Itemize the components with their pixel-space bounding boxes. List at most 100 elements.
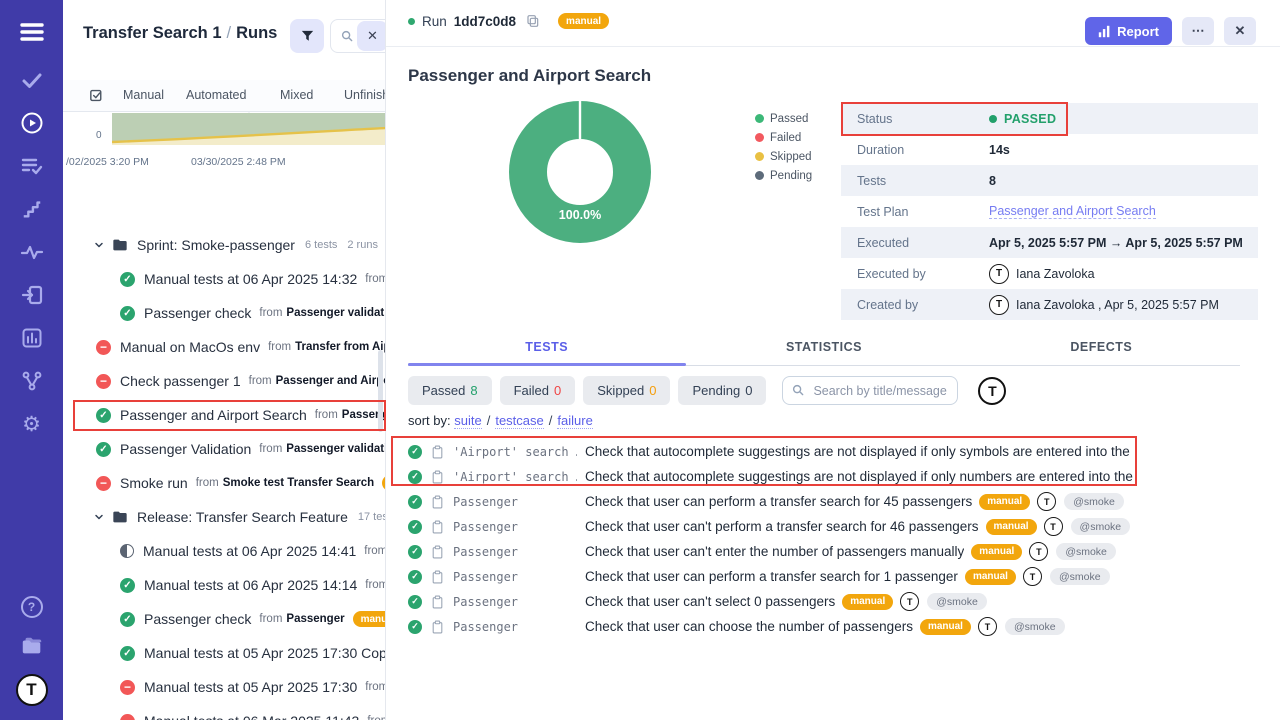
menu-icon[interactable] xyxy=(20,20,44,44)
avatar: T xyxy=(1037,492,1056,511)
failed-icon xyxy=(96,374,111,389)
branch-icon[interactable] xyxy=(20,369,44,393)
tab-unfinished[interactable]: Unfinished xyxy=(344,88,386,102)
test-row[interactable]: 'Airport' search … Check that autocomple… xyxy=(386,464,1280,489)
tree-run[interactable]: Manual tests at 06 Apr 2025 14:32 from P… xyxy=(63,262,386,296)
sort-by-testcase[interactable]: testcase xyxy=(495,413,543,429)
copy-run-id-button[interactable] xyxy=(523,13,543,29)
tab-tests[interactable]: TESTS xyxy=(408,340,685,365)
test-row[interactable]: Passenger Check that user can't perform … xyxy=(386,514,1280,539)
test-plan-link[interactable]: Passenger and Airport Search xyxy=(989,204,1156,219)
test-row[interactable]: Passenger Check that user can perform a … xyxy=(386,564,1280,589)
smoke-tag[interactable]: @smoke xyxy=(1071,518,1131,535)
test-title: Check that autocomplete suggestings are … xyxy=(585,469,1133,484)
assignee-filter-avatar[interactable]: T xyxy=(978,377,1006,405)
settings-gear-icon[interactable]: ⚙ xyxy=(20,412,44,436)
tree-folder-sprint[interactable]: Sprint: Smoke-passenger 6 tests 2 runs xyxy=(63,228,386,262)
detail-row-executed: Executed Apr 5, 2025 5:57 PM → Apr 5, 20… xyxy=(841,227,1258,258)
filter-failed-button[interactable]: Failed0 xyxy=(500,376,576,405)
tab-manual[interactable]: Manual xyxy=(123,88,164,102)
suite-name: 'Airport' search … xyxy=(453,470,577,484)
donut-percent-label: 100.0% xyxy=(559,208,601,222)
smoke-tag[interactable]: @smoke xyxy=(1005,618,1065,635)
smoke-tag[interactable]: @smoke xyxy=(1056,543,1116,560)
test-row[interactable]: 'Airport' search … Check that autocomple… xyxy=(386,439,1280,464)
tree-run-selected[interactable]: Passenger and Airport Search from Passen… xyxy=(63,398,386,432)
runs-panel: Transfer Search 1/Runs ✕ Manual Automate… xyxy=(63,0,386,720)
test-title: Check that user can't enter the number o… xyxy=(585,544,964,559)
clipboard-icon xyxy=(431,545,444,559)
filter-skipped-button[interactable]: Skipped0 xyxy=(583,376,670,405)
tree-run[interactable]: Manual tests at 06 Apr 2025 14:14 from P… xyxy=(63,568,386,602)
analytics-icon[interactable] xyxy=(20,326,44,350)
legend-skipped: Skipped xyxy=(755,147,812,166)
test-plans-icon[interactable] xyxy=(20,154,44,178)
more-button[interactable]: ⋯ xyxy=(1182,17,1214,45)
test-title: Check that user can perform a transfer s… xyxy=(585,569,958,584)
test-row[interactable]: Passenger Check that user can't enter th… xyxy=(386,539,1280,564)
tab-mixed[interactable]: Mixed xyxy=(280,88,313,102)
breadcrumb-project[interactable]: Transfer Search 1 xyxy=(83,24,222,42)
tests-search-input[interactable] xyxy=(782,376,958,405)
failed-icon xyxy=(96,476,111,491)
select-all-icon[interactable] xyxy=(88,87,105,109)
clipboard-icon xyxy=(431,445,444,459)
failed-icon xyxy=(120,680,135,695)
pulse-icon[interactable] xyxy=(20,240,44,264)
smoke-tag[interactable]: @smoke xyxy=(1050,568,1110,585)
tab-statistics[interactable]: STATISTICS xyxy=(685,340,962,365)
tree-run[interactable]: Passenger check from Passenger manual 6 xyxy=(63,602,386,636)
tree-run[interactable]: Manual tests at 05 Apr 2025 17:30 Copy f… xyxy=(63,636,386,670)
passed-icon xyxy=(408,445,422,459)
filter-button[interactable] xyxy=(290,19,324,53)
pending-dot xyxy=(755,171,764,180)
tree-run[interactable]: Manual tests at 06 Apr 2025 14:41 from T… xyxy=(63,534,386,568)
suite-name: Passenger xyxy=(453,570,577,584)
report-chart-icon xyxy=(1098,25,1111,38)
scrollbar-thumb[interactable] xyxy=(378,350,383,432)
sort-by-suite[interactable]: suite xyxy=(454,413,481,429)
chevron-down-icon xyxy=(93,511,105,523)
runs-icon[interactable] xyxy=(20,111,44,135)
tree-run[interactable]: Manual tests at 05 Apr 2025 17:30 from T… xyxy=(63,670,386,704)
tree-run[interactable]: Passenger Validation from Passenger vali… xyxy=(63,432,386,466)
manual-badge: manual xyxy=(842,594,893,610)
filter-passed-button[interactable]: Passed8 xyxy=(408,376,492,405)
chevron-down-icon xyxy=(93,239,105,251)
active-tab-underline xyxy=(408,363,686,366)
tab-defects[interactable]: DEFECTS xyxy=(963,340,1240,365)
import-icon[interactable] xyxy=(20,283,44,307)
smoke-tag[interactable]: @smoke xyxy=(927,593,987,610)
help-icon[interactable]: ? xyxy=(21,596,43,618)
copy-icon xyxy=(525,13,541,29)
test-row[interactable]: Passenger Check that user can choose the… xyxy=(386,614,1280,639)
clipboard-icon xyxy=(431,470,444,484)
folder-icon xyxy=(112,510,128,524)
tree-folder-release[interactable]: Release: Transfer Search Feature 17 test… xyxy=(63,500,386,534)
clipboard-icon xyxy=(431,520,444,534)
smoke-tag[interactable]: @smoke xyxy=(1064,493,1124,510)
tree-run[interactable]: Smoke run from Smoke test Transfer Searc… xyxy=(63,466,386,500)
close-icon: ✕ xyxy=(1235,23,1246,38)
tree-run[interactable]: Check passenger 1 from Passenger and Air… xyxy=(63,364,386,398)
passed-icon xyxy=(120,578,135,593)
tree-run[interactable]: Manual tests at 06 Mar 2025 11:43 from xyxy=(63,704,386,720)
test-title: Check that user can't select 0 passenger… xyxy=(585,594,835,609)
sort-by-failure[interactable]: failure xyxy=(557,413,592,429)
filter-pending-button[interactable]: Pending0 xyxy=(678,376,766,405)
tests-icon[interactable] xyxy=(20,68,44,92)
test-row[interactable]: Passenger Check that user can perform a … xyxy=(386,489,1280,514)
projects-folders-icon[interactable] xyxy=(20,634,44,658)
tab-automated[interactable]: Automated xyxy=(186,88,246,102)
suite-name: Passenger xyxy=(453,545,577,559)
milestones-icon[interactable] xyxy=(20,197,44,221)
passed-icon xyxy=(120,306,135,321)
testomat-logo[interactable]: T xyxy=(16,674,48,706)
clipboard-icon xyxy=(431,620,444,634)
close-run-button[interactable]: ✕ xyxy=(1224,17,1256,45)
test-row[interactable]: Passenger Check that user can't select 0… xyxy=(386,589,1280,614)
tree-run[interactable]: Manual on MacOs env from Transfer from A… xyxy=(63,330,386,364)
tree-run[interactable]: Passenger check from Passenger validatio… xyxy=(63,296,386,330)
search-close-button[interactable]: ✕ xyxy=(357,21,386,51)
report-button[interactable]: Report xyxy=(1085,17,1172,45)
